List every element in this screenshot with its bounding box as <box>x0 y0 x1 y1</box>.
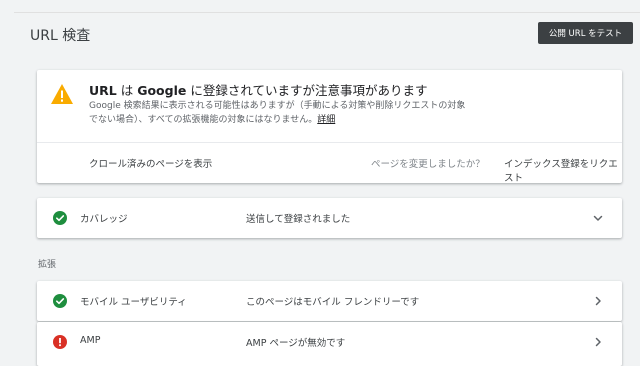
coverage-row[interactable]: カバレッジ 送信して登録されました <box>37 198 622 238</box>
error-circle-icon <box>53 335 67 349</box>
view-crawled-page-link[interactable]: クロール済みのページを表示 <box>89 156 212 170</box>
chevron-down-icon[interactable] <box>591 211 605 225</box>
check-circle-icon <box>53 211 67 225</box>
status-heading-url: URL <box>89 83 117 98</box>
amp-row[interactable]: AMP AMP ページが無効です <box>37 322 622 366</box>
enhancements-section-label: 拡張 <box>38 260 57 270</box>
amp-value: AMP ページが無効です <box>246 338 346 349</box>
details-link[interactable]: 詳細 <box>317 115 335 125</box>
chevron-right-icon[interactable] <box>591 335 605 349</box>
coverage-value: 送信して登録されました <box>246 214 351 225</box>
status-heading-part: に登録されていますが注意事項があります <box>186 83 428 98</box>
chevron-right-icon[interactable] <box>591 294 605 308</box>
status-heading-google: Google <box>137 83 187 98</box>
mobile-usability-row[interactable]: モバイル ユーザビリティ このページはモバイル フレンドリーです <box>37 281 622 321</box>
test-live-url-button[interactable]: 公開 URL をテスト <box>538 22 633 44</box>
mobile-usability-label: モバイル ユーザビリティ <box>80 297 187 308</box>
card-divider <box>37 142 622 143</box>
check-circle-icon <box>53 294 67 308</box>
warning-icon <box>51 84 73 104</box>
status-heading: URL は Google に登録されていますが注意事項があります <box>89 80 427 99</box>
page-changed-question: ページを変更しましたか？ <box>371 159 485 170</box>
amp-label: AMP <box>80 335 101 346</box>
mobile-usability-value: このページはモバイル フレンドリーです <box>246 297 420 308</box>
status-heading-part: は <box>116 83 138 98</box>
status-description-text: Google 検索結果に表示される可能性はありますが（手動による対策や削除リクエ… <box>89 101 466 125</box>
index-status-card: URL は Google に登録されていますが注意事項があります Google … <box>37 70 622 184</box>
page-title: URL 検査 <box>30 28 91 44</box>
coverage-label: カバレッジ <box>80 214 128 225</box>
top-divider <box>14 12 640 13</box>
request-indexing-button[interactable]: インデックス登録をリクエスト <box>504 156 622 184</box>
status-description: Google 検索結果に表示される可能性はありますが（手動による対策や削除リクエ… <box>89 100 469 127</box>
